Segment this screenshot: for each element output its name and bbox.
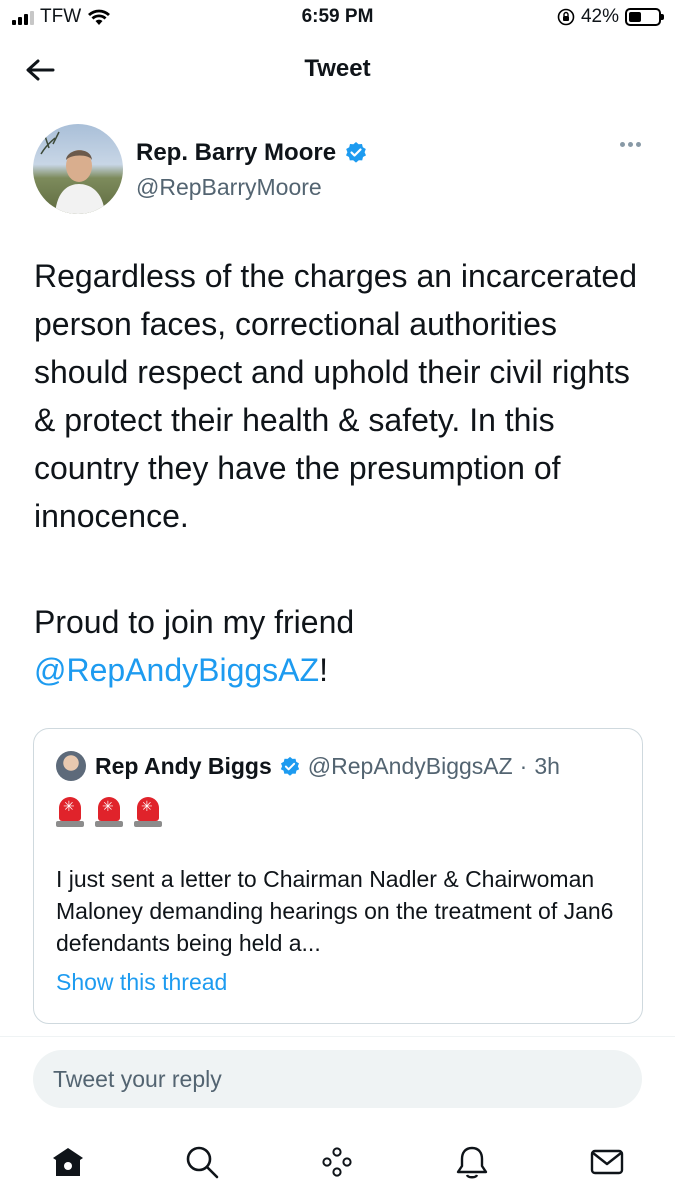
quoted-tweet-header: Rep Andy Biggs @RepAndyBiggsAZ · 3h — [95, 753, 560, 780]
verified-badge-icon — [280, 756, 299, 776]
avatar-photo — [40, 131, 105, 214]
author-handle[interactable]: @RepBarryMoore — [136, 174, 322, 201]
quoted-separator: · — [519, 753, 528, 779]
status-bar: TFW 6:59 PM 42% — [0, 0, 675, 36]
battery-level — [629, 12, 641, 22]
battery-percent: 42% — [580, 6, 619, 27]
tab-messages[interactable] — [583, 1138, 631, 1186]
quoted-tweet-text: I just sent a letter to Chairman Nadler … — [56, 866, 614, 956]
tab-notifications[interactable] — [448, 1138, 496, 1186]
siren-icon — [56, 795, 84, 827]
spaces-icon — [322, 1147, 352, 1177]
quoted-timestamp: 3h — [534, 753, 560, 779]
tab-spaces[interactable] — [313, 1138, 361, 1186]
tab-search[interactable] — [178, 1138, 226, 1186]
battery-icon — [625, 8, 664, 26]
quoted-author-name: Rep Andy Biggs — [95, 753, 272, 779]
quoted-author-handle: @RepAndyBiggsAZ — [307, 753, 513, 779]
tweet-text-suffix: ! — [319, 652, 328, 688]
tweet-text-second-paragraph: Proud to join my friend @RepAndyBiggsAZ! — [34, 598, 649, 694]
more-options-button[interactable] — [620, 142, 641, 147]
messages-icon — [590, 1149, 624, 1175]
page-title: Tweet — [304, 55, 371, 82]
quoted-tweet-card[interactable]: Rep Andy Biggs @RepAndyBiggsAZ · 3h I ju… — [33, 728, 643, 1024]
avatar[interactable] — [33, 124, 123, 214]
mention-link[interactable]: @RepAndyBiggsAZ — [34, 652, 319, 688]
tab-bar — [0, 1130, 675, 1190]
verified-badge-icon — [346, 142, 367, 163]
divider — [0, 1036, 675, 1037]
quoted-avatar — [56, 751, 86, 781]
tab-home[interactable] — [44, 1138, 92, 1186]
notifications-icon — [456, 1146, 488, 1179]
show-thread-link[interactable]: Show this thread — [56, 969, 227, 996]
siren-emoji-row — [56, 795, 162, 827]
siren-icon — [134, 795, 162, 827]
header: Tweet — [0, 40, 675, 102]
search-icon — [186, 1146, 219, 1179]
author-name[interactable]: Rep. Barry Moore — [136, 139, 336, 167]
status-right: 42% — [557, 6, 664, 28]
author-name-row[interactable]: Rep. Barry Moore — [136, 139, 368, 167]
more-dots-icon — [620, 142, 625, 147]
orientation-lock-icon — [557, 8, 575, 26]
tweet-text: Regardless of the charges an incarcerate… — [34, 258, 638, 534]
home-icon — [53, 1148, 83, 1176]
reply-input[interactable] — [33, 1050, 642, 1108]
siren-icon — [95, 795, 123, 827]
tweet-text-prefix: Proud to join my friend — [34, 604, 355, 640]
